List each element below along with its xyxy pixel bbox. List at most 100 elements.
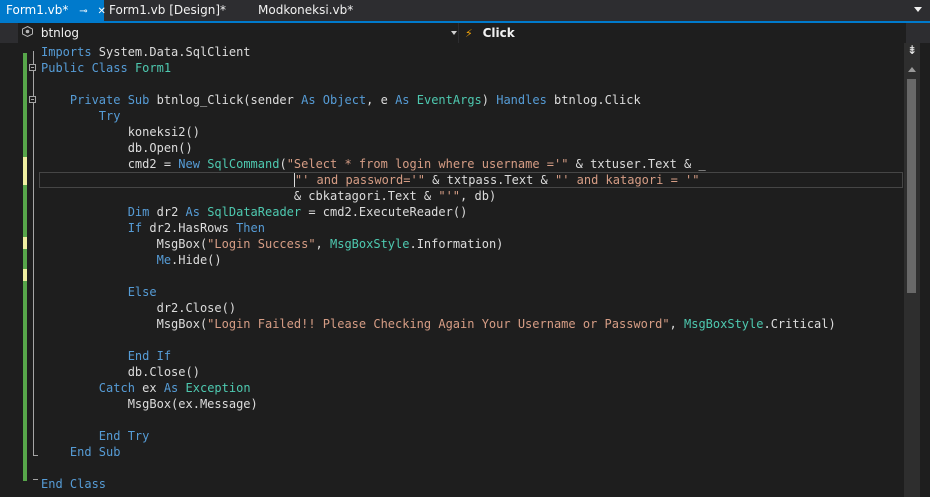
- code-line[interactable]: End Try: [41, 428, 901, 444]
- code-token: End If: [127, 349, 172, 363]
- code-token: , e: [366, 93, 396, 107]
- code-line[interactable]: [41, 460, 901, 476]
- unsaved-change-bar: [23, 237, 27, 249]
- code-token: Then: [236, 221, 265, 235]
- tab-list-dropdown-icon[interactable]: [914, 7, 922, 12]
- code-line[interactable]: End If: [41, 348, 901, 364]
- code-token: As: [163, 381, 179, 395]
- code-token: .Critical): [763, 317, 836, 331]
- code-line[interactable]: Catch ex As Exception: [41, 380, 901, 396]
- code-token: cmd2 =: [41, 157, 179, 171]
- code-text-area[interactable]: Imports System.Data.SqlClient Public Clas…: [39, 44, 903, 492]
- code-line[interactable]: End Sub: [41, 444, 901, 460]
- code-token: Handles: [496, 93, 547, 107]
- code-token: As: [185, 205, 200, 219]
- code-line[interactable]: Try: [41, 108, 901, 124]
- code-token: btnlog.Click: [546, 93, 641, 107]
- code-line[interactable]: db.Open(): [41, 140, 901, 156]
- scroll-thumb[interactable]: [907, 79, 916, 293]
- code-token: Catch: [98, 381, 135, 395]
- code-token: db.Close(): [41, 365, 200, 379]
- code-token: MsgBox(: [41, 237, 208, 251]
- code-line[interactable]: [41, 76, 901, 92]
- code-editor[interactable]: Imports System.Data.SqlClient Public Clas…: [0, 43, 930, 497]
- event-lightning-icon: ⚡: [465, 27, 473, 40]
- code-token: MsgBox(ex.Message): [41, 397, 258, 411]
- code-token: As: [395, 93, 410, 107]
- code-token: .Information): [409, 237, 504, 251]
- collapse-class-icon[interactable]: [29, 64, 36, 71]
- code-token: SqlCommand: [207, 157, 280, 171]
- pin-icon[interactable]: ⊸: [79, 6, 87, 17]
- code-token: & txtpass.Text &: [424, 173, 555, 187]
- code-line[interactable]: End Class: [41, 476, 901, 492]
- code-token: Object: [322, 93, 367, 107]
- member-dropdown[interactable]: btnlog: [18, 23, 458, 43]
- code-line[interactable]: MsgBox(ex.Message): [41, 396, 901, 412]
- code-token: Private Sub: [69, 93, 150, 107]
- code-token: ): [481, 93, 497, 107]
- code-token: Public Class: [41, 61, 128, 75]
- event-dropdown-value: Click: [482, 26, 515, 40]
- code-token: Exception: [185, 381, 251, 395]
- collapse-sub-icon[interactable]: [29, 96, 36, 103]
- code-token: ex: [134, 381, 164, 395]
- code-line[interactable]: & cbkatagori.Text & "'", db): [41, 188, 901, 204]
- split-editor-icon[interactable]: ⇟: [907, 44, 917, 56]
- tab-form1-design[interactable]: Form1.vb [Design]*: [103, 0, 243, 21]
- code-token: Imports: [41, 45, 92, 59]
- code-line[interactable]: MsgBox("Login Success", MsgBoxStyle.Info…: [41, 236, 901, 252]
- code-line[interactable]: If dr2.HasRows Then: [41, 220, 901, 236]
- vertical-scrollbar[interactable]: ⇟: [904, 43, 920, 497]
- tab-modkoneksi[interactable]: Modkoneksi.vb*: [252, 0, 372, 21]
- code-token: dr2.HasRows: [142, 221, 237, 235]
- code-token: Else: [127, 285, 157, 299]
- outline-end: [33, 479, 38, 480]
- code-token: dr2: [149, 205, 186, 219]
- outline-guide: [33, 51, 34, 455]
- scroll-up-icon[interactable]: [908, 67, 916, 72]
- code-token: Me: [156, 253, 172, 267]
- code-line[interactable]: Else: [41, 284, 901, 300]
- outline-end: [33, 455, 38, 456]
- code-line[interactable]: [41, 412, 901, 428]
- code-line[interactable]: Public Class Form1: [41, 60, 901, 76]
- code-line[interactable]: [41, 332, 901, 348]
- tab-label: Modkoneksi.vb*: [258, 3, 354, 17]
- class-member-icon: [22, 24, 33, 44]
- code-token: "Login Failed!! Please Checking Again Yo…: [207, 317, 670, 331]
- code-line[interactable]: Imports System.Data.SqlClient: [41, 44, 901, 60]
- event-dropdown[interactable]: ⚡ Click: [459, 23, 906, 43]
- code-token: koneksi2(): [41, 125, 200, 139]
- code-token: As: [301, 93, 316, 107]
- tab-form1-vb[interactable]: Form1.vb* ⊸ ✕: [0, 0, 106, 21]
- code-line[interactable]: "' and password='" & txtpass.Text & "' a…: [39, 172, 903, 188]
- code-line[interactable]: Dim dr2 As SqlDataReader = cmd2.ExecuteR…: [41, 204, 901, 220]
- code-token: If: [127, 221, 143, 235]
- code-token: Dim: [127, 205, 150, 219]
- code-line[interactable]: koneksi2(): [41, 124, 901, 140]
- code-line[interactable]: dr2.Close(): [41, 300, 901, 316]
- code-line[interactable]: Me.Hide(): [41, 252, 901, 268]
- code-line[interactable]: db.Close(): [41, 364, 901, 380]
- code-line[interactable]: [41, 268, 901, 284]
- code-line[interactable]: cmd2 = New SqlCommand("Select * from log…: [41, 156, 901, 172]
- code-line[interactable]: MsgBox("Login Failed!! Please Checking A…: [41, 316, 901, 332]
- editor-margin: [0, 43, 40, 497]
- member-dropdown-value: btnlog: [40, 26, 80, 40]
- code-line[interactable]: Private Sub btnlog_Click(sender As Objec…: [41, 92, 901, 108]
- code-token: MsgBox(: [41, 317, 208, 331]
- code-token: System.Data.SqlClient: [91, 45, 251, 59]
- code-token: dr2.Close(): [41, 301, 237, 315]
- code-token: End Sub: [69, 445, 121, 459]
- code-token: MsgBoxStyle: [330, 237, 410, 251]
